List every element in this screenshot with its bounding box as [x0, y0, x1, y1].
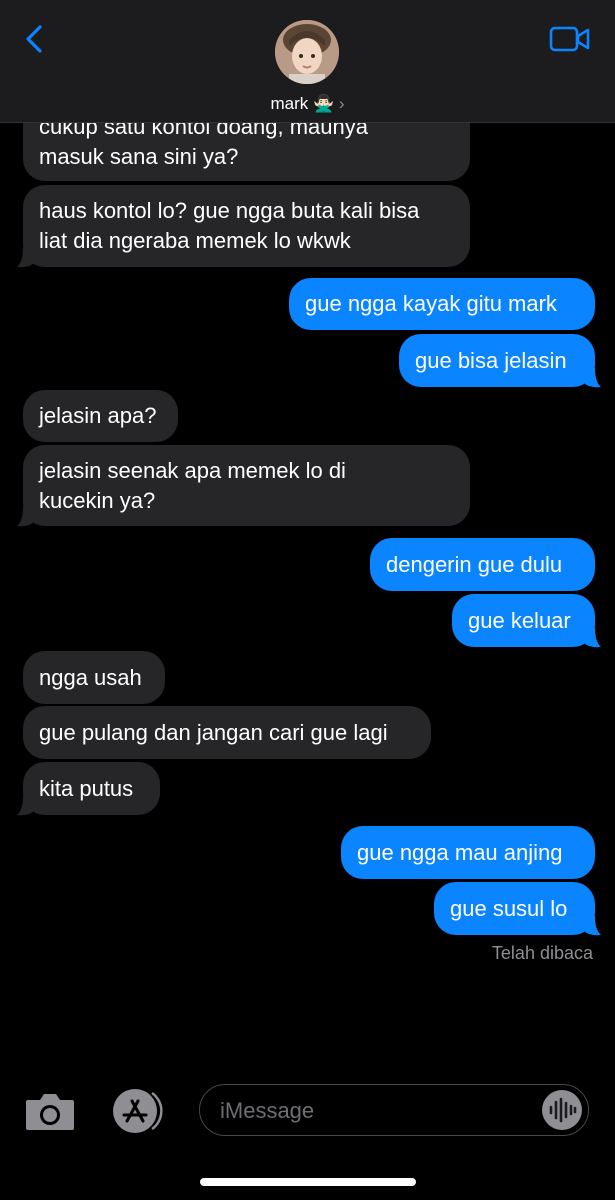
outgoing-message-bubble[interactable]: gue bisa jelasin	[399, 334, 595, 387]
outgoing-message-bubble[interactable]: dengerin gue dulu	[370, 538, 595, 591]
camera-icon[interactable]	[24, 1090, 76, 1132]
chevron-right-icon: ›	[338, 94, 345, 113]
contact-name-text: mark 🙅🏻‍♂️	[270, 94, 335, 113]
message-input[interactable]: iMessage	[199, 1084, 589, 1136]
bubble-tail	[585, 368, 601, 388]
incoming-message-bubble[interactable]: ngga usah	[23, 651, 165, 704]
conversation-header: mark 🙅🏻‍♂️ ›	[0, 0, 615, 123]
bubble-tail	[585, 916, 601, 936]
outgoing-message-bubble[interactable]: gue keluar	[452, 594, 595, 647]
bubble-tail	[17, 796, 33, 816]
message-thread: cukup satu kontol doang, maunya masuk sa…	[0, 0, 615, 1200]
home-indicator	[200, 1178, 416, 1186]
avatar[interactable]	[275, 20, 339, 84]
incoming-message-bubble[interactable]: jelasin seenak apa memek lo di kucekin y…	[23, 445, 470, 526]
message-input-placeholder: iMessage	[220, 1098, 315, 1123]
bubble-tail	[585, 628, 601, 648]
bubble-tail	[17, 507, 33, 527]
incoming-message-bubble[interactable]: haus kontol lo? gue ngga buta kali bisa …	[23, 185, 470, 267]
app-store-icon[interactable]	[108, 1087, 166, 1135]
bubble-tail	[17, 248, 33, 268]
incoming-message-bubble[interactable]: jelasin apa?	[23, 390, 178, 442]
incoming-message-bubble[interactable]: kita putus	[23, 762, 160, 815]
video-camera-icon[interactable]	[549, 24, 591, 54]
incoming-message-bubble[interactable]: gue pulang dan jangan cari gue lagi	[23, 706, 431, 759]
outgoing-message-bubble[interactable]: gue susul lo	[434, 882, 595, 935]
read-receipt: Telah dibaca	[491, 943, 593, 963]
waveform-icon[interactable]	[540, 1088, 584, 1132]
chevron-left-icon[interactable]	[22, 24, 46, 54]
outgoing-message-bubble[interactable]: gue ngga kayak gitu mark	[289, 278, 595, 330]
outgoing-message-bubble[interactable]: gue ngga mau anjing	[341, 826, 595, 879]
contact-name[interactable]: mark 🙅🏻‍♂️ ›	[0, 94, 615, 114]
